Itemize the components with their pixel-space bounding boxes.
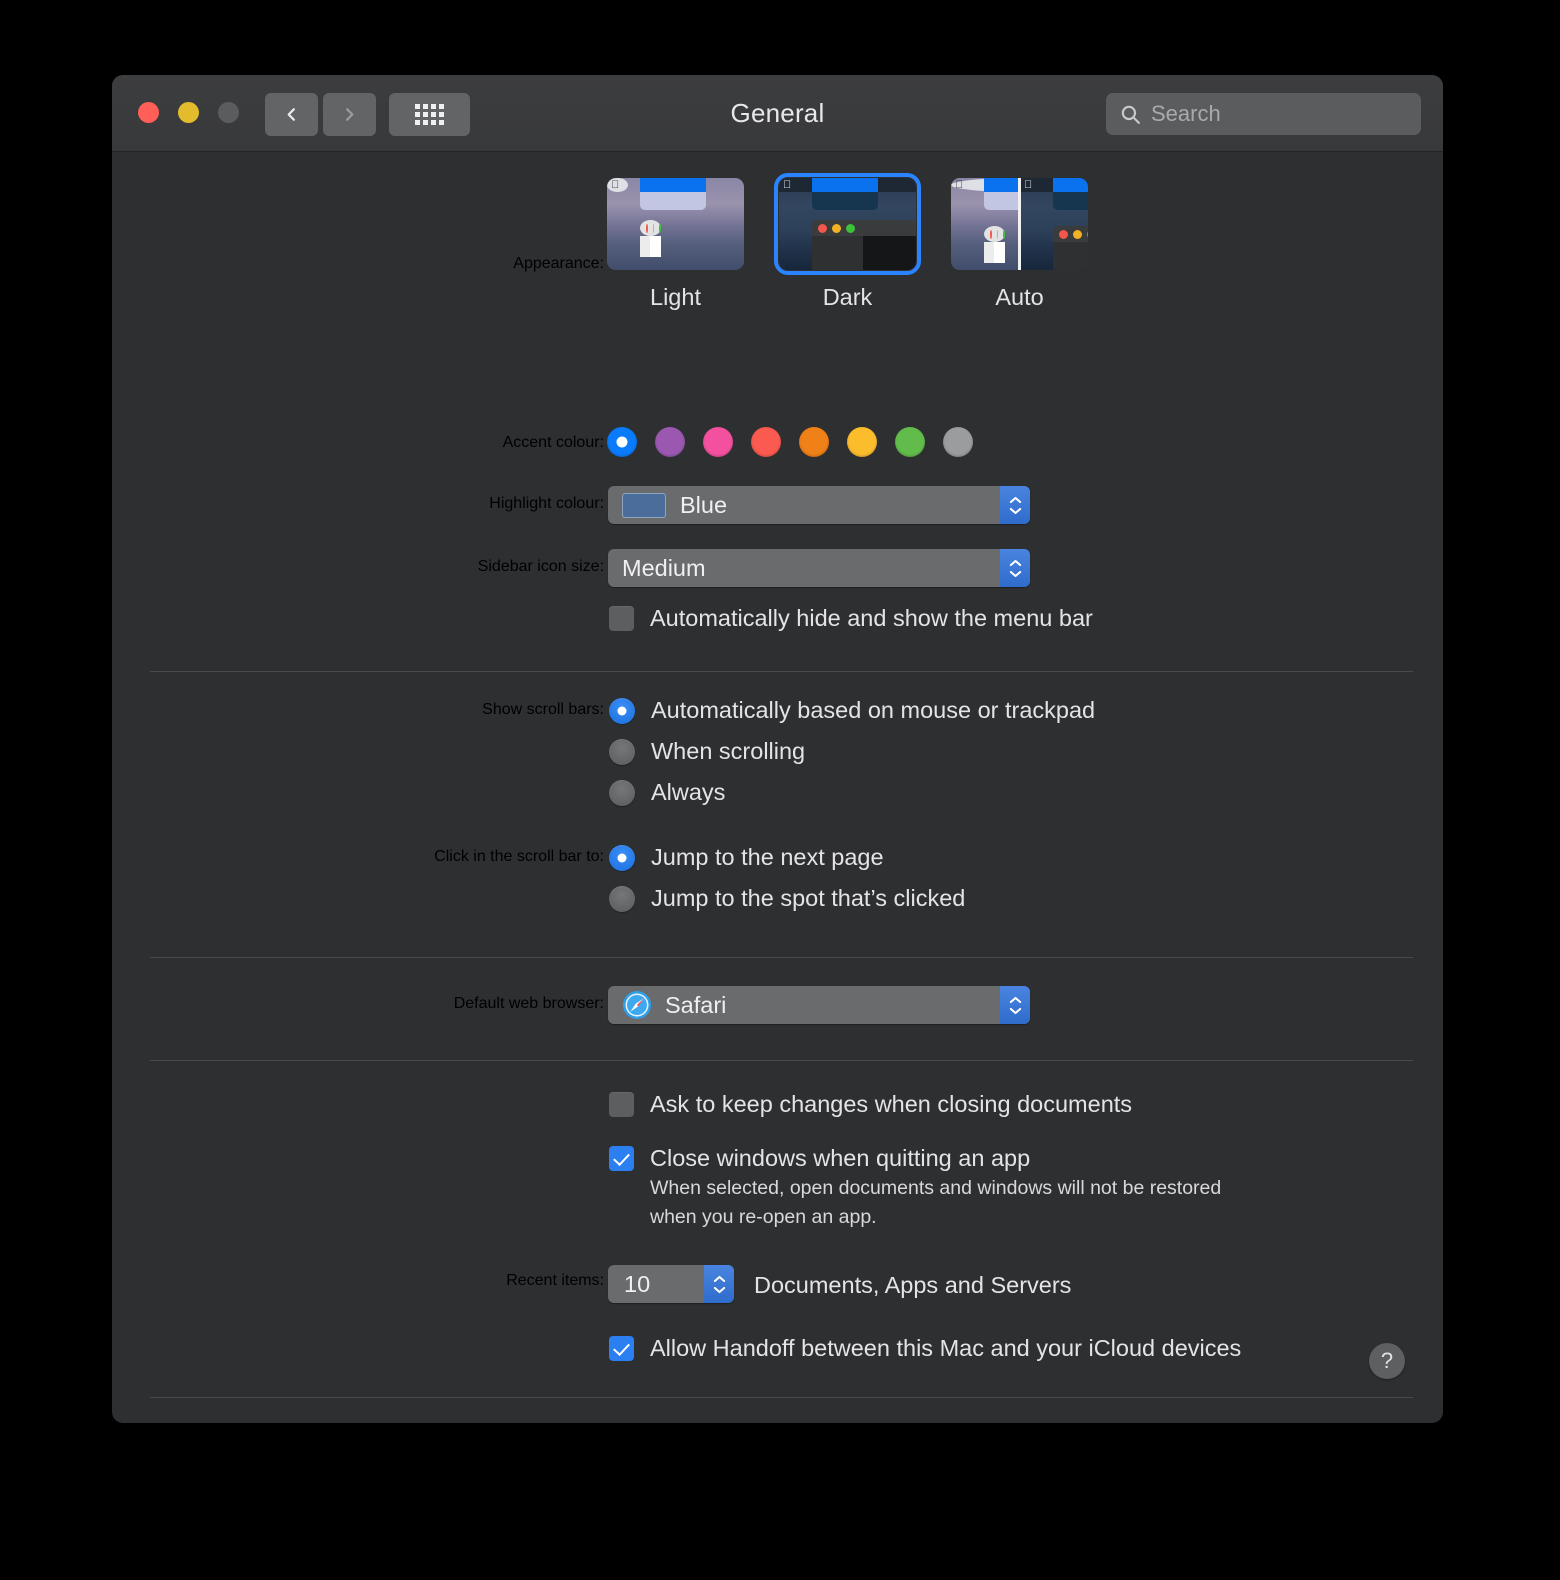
accent-swatch-red[interactable] (751, 427, 781, 457)
highlight-colour-swatch (622, 492, 666, 518)
default-web-browser-label: Default web browser: (453, 995, 604, 1012)
auto-hide-menu-bar-label: Automatically hide and show the menu bar (650, 605, 1093, 631)
recent-items-value: 10 (624, 1270, 651, 1297)
chevron-down-icon (713, 1286, 725, 1293)
divider-4 (150, 1397, 1413, 1398)
scrollbar-option-automatic[interactable]: Automatically based on mouse or trackpad (609, 697, 1095, 724)
close-windows-quitting-checkbox[interactable] (609, 1146, 634, 1171)
appearance-label-dark: Dark (822, 284, 873, 310)
accent-swatch-yellow[interactable] (847, 427, 877, 457)
search-field[interactable]: Search (1106, 93, 1421, 135)
appearance-option-dark[interactable]:  Dark (774, 173, 921, 311)
chevron-up-icon (1009, 496, 1021, 503)
click-scroll-bar-label: Click in the scroll bar to: (434, 848, 604, 865)
recent-items-stepper[interactable]: 10 (608, 1265, 734, 1303)
default-web-browser-value: Safari (665, 991, 727, 1018)
accent-swatch-orange[interactable] (799, 427, 829, 457)
sidebar-icon-size-popup[interactable]: Medium (608, 549, 1030, 587)
preferences-content: Appearance:  Light (112, 152, 1443, 1423)
recent-items-label: Recent items: (506, 1272, 604, 1289)
appearance-thumbnail-light[interactable]:  (607, 178, 744, 270)
highlight-colour-value: Blue (680, 491, 728, 518)
help-button[interactable]: ? (1369, 1343, 1405, 1379)
handoff-row[interactable]: Allow Handoff between this Mac and your … (609, 1335, 1241, 1362)
sidebar-icon-size-label: Sidebar icon size: (477, 558, 604, 575)
scrollbar-option-always[interactable]: Always (609, 779, 1095, 806)
ask-keep-changes-checkbox[interactable] (609, 1092, 634, 1117)
default-web-browser-chevrons[interactable] (1000, 986, 1030, 1024)
accent-swatch-purple[interactable] (655, 427, 685, 457)
safari-icon (622, 990, 652, 1020)
scrollbar-label-when-scrolling: When scrolling (651, 738, 806, 764)
apple-logo-icon:  (1024, 179, 1032, 191)
appearance-thumbnail-auto[interactable]:   (951, 178, 1088, 270)
apple-logo-icon:  (783, 179, 791, 191)
divider-3 (150, 1060, 1413, 1061)
accent-swatch-graphite[interactable] (943, 427, 973, 457)
divider-2 (150, 957, 1413, 958)
search-icon (1121, 105, 1140, 124)
accent-swatch-pink[interactable] (703, 427, 733, 457)
chevron-up-icon (713, 1275, 725, 1282)
apple-logo-icon:  (611, 179, 619, 191)
appearance-label-light: Light (650, 284, 701, 310)
sidebar-icon-size-chevrons[interactable] (1000, 549, 1030, 587)
show-scroll-bars-group: Automatically based on mouse or trackpad… (609, 697, 1095, 806)
click-scroll-label-spot-clicked: Jump to the spot that’s clicked (651, 885, 966, 911)
show-scroll-bars-label: Show scroll bars: (482, 701, 604, 718)
system-preferences-window: General Search Appearance:  (112, 75, 1443, 1423)
auto-hide-menu-bar-checkbox[interactable] (609, 606, 634, 631)
click-scroll-radio-next-page[interactable] (609, 844, 635, 871)
accent-swatch-blue[interactable] (607, 427, 637, 457)
scrollbar-label-automatic: Automatically based on mouse or trackpad (651, 697, 1096, 723)
default-web-browser-popup[interactable]: Safari (608, 986, 1030, 1024)
close-windows-quitting-row[interactable]: Close windows when quitting an app (609, 1145, 1030, 1172)
appearance-option-light[interactable]:  Light (607, 178, 744, 311)
chevron-down-icon (1009, 1007, 1021, 1014)
chevron-up-icon (1009, 996, 1021, 1003)
appearance-option-auto[interactable]:   (951, 178, 1088, 311)
search-placeholder: Search (1151, 101, 1221, 126)
accent-colour-swatches (607, 427, 973, 457)
highlight-colour-label: Highlight colour: (489, 495, 604, 512)
scrollbar-option-when-scrolling[interactable]: When scrolling (609, 738, 1095, 765)
chevron-down-icon (1009, 507, 1021, 514)
handoff-label: Allow Handoff between this Mac and your … (650, 1335, 1242, 1361)
click-scroll-label-next-page: Jump to the next page (651, 844, 884, 870)
click-scroll-option-spot-clicked[interactable]: Jump to the spot that’s clicked (609, 885, 965, 912)
window-titlebar: General Search (112, 75, 1443, 152)
scrollbar-radio-always[interactable] (609, 779, 635, 806)
close-windows-quitting-label: Close windows when quitting an app (650, 1145, 1031, 1171)
sidebar-icon-size-value: Medium (622, 554, 706, 581)
auto-hide-menu-bar-row[interactable]: Automatically hide and show the menu bar (609, 605, 1093, 632)
scrollbar-radio-automatic[interactable] (609, 697, 635, 724)
highlight-colour-chevrons[interactable] (1000, 486, 1030, 524)
scrollbar-radio-when-scrolling[interactable] (609, 738, 635, 765)
ask-keep-changes-label: Ask to keep changes when closing documen… (650, 1091, 1133, 1117)
handoff-checkbox[interactable] (609, 1336, 634, 1361)
click-scroll-radio-spot-clicked[interactable] (609, 885, 635, 912)
accent-swatch-green[interactable] (895, 427, 925, 457)
divider-1 (150, 671, 1413, 672)
ask-keep-changes-row[interactable]: Ask to keep changes when closing documen… (609, 1091, 1132, 1118)
scrollbar-label-always: Always (651, 779, 726, 805)
appearance-label: Appearance: (513, 255, 604, 272)
appearance-label-auto: Auto (995, 284, 1044, 310)
apple-logo-icon:  (955, 179, 963, 191)
recent-items-chevrons[interactable] (704, 1265, 734, 1303)
recent-items-suffix: Documents, Apps and Servers (754, 1272, 1072, 1298)
close-windows-help-text: When selected, open documents and window… (650, 1177, 1222, 1228)
appearance-thumbnail-dark[interactable]:  (774, 173, 921, 275)
appearance-options:  Light  (607, 173, 1088, 311)
chevron-down-icon (1009, 570, 1021, 577)
chevron-up-icon (1009, 559, 1021, 566)
click-scroll-bar-group: Jump to the next page Jump to the spot t… (609, 844, 965, 912)
highlight-colour-popup[interactable]: Blue (608, 486, 1030, 524)
accent-colour-label: Accent colour: (502, 434, 604, 451)
click-scroll-option-next-page[interactable]: Jump to the next page (609, 844, 965, 871)
